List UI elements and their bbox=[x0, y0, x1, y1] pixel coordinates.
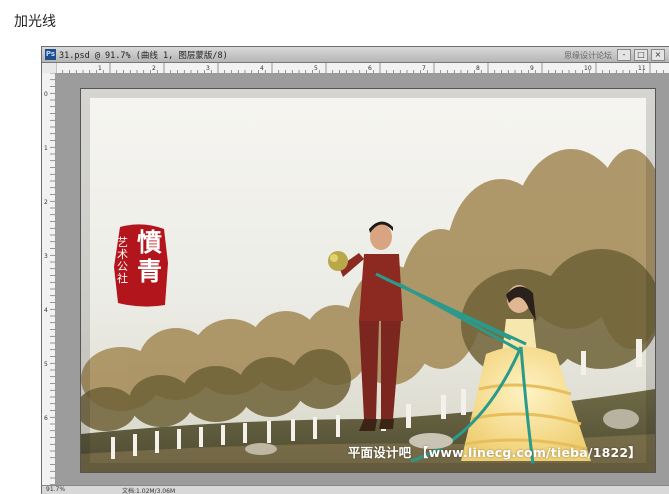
maximize-icon[interactable]: □ bbox=[634, 49, 648, 61]
ruler-top-label: 10 bbox=[584, 65, 592, 72]
ruler-left-label: 6 bbox=[44, 415, 48, 422]
ruler-top-label: 3 bbox=[206, 65, 210, 72]
document-title: 31.psd @ 91.7% (曲线 1, 图层蒙版/8) bbox=[59, 51, 228, 61]
seal-main-text: 憤青 bbox=[137, 228, 163, 286]
photo-canvas[interactable]: 憤青 艺术公社 平面设计吧 【www.linecg.com/tieba/1822… bbox=[81, 89, 655, 472]
document-titlebar[interactable]: Ps 31.psd @ 91.7% (曲线 1, 图层蒙版/8) 思缘设计论坛 … bbox=[42, 47, 669, 63]
seal-stamp: 憤青 艺术公社 bbox=[112, 223, 170, 309]
ruler-top-label: 4 bbox=[260, 65, 264, 72]
ruler-top-label: 7 bbox=[422, 65, 426, 72]
photo-caption-watermark: 平面设计吧 【www.linecg.com/tieba/1822】 bbox=[347, 445, 641, 460]
photoshop-document-window[interactable]: Ps 31.psd @ 91.7% (曲线 1, 图层蒙版/8) 思缘设计论坛 … bbox=[41, 46, 669, 494]
horizontal-ruler[interactable]: 1 2 3 4 5 6 7 8 9 10 11 bbox=[56, 63, 669, 74]
ruler-top-label: 11 bbox=[638, 65, 646, 72]
window-buttons: - □ × bbox=[617, 49, 665, 61]
close-icon[interactable]: × bbox=[651, 49, 665, 61]
zoom-level[interactable]: 91.7% bbox=[46, 486, 65, 493]
minimize-icon[interactable]: - bbox=[617, 49, 631, 61]
forum-watermark: 思缘设计论坛 bbox=[564, 51, 612, 60]
ruler-top-label: 6 bbox=[368, 65, 372, 72]
ruler-left-label: 0 bbox=[44, 91, 48, 98]
vertical-ruler[interactable]: 0 1 2 3 4 5 6 bbox=[42, 73, 56, 494]
ruler-left-label: 3 bbox=[44, 253, 48, 260]
ruler-left-label: 5 bbox=[44, 361, 48, 368]
ruler-top-label: 5 bbox=[314, 65, 318, 72]
seal-sub-text: 艺术公社 bbox=[117, 236, 128, 285]
ruler-left-label: 2 bbox=[44, 199, 48, 206]
ruler-left-label: 1 bbox=[44, 145, 48, 152]
ruler-top-label: 2 bbox=[152, 65, 156, 72]
ruler-left-label: 4 bbox=[44, 307, 48, 314]
ruler-top-label: 9 bbox=[530, 65, 534, 72]
page-heading: 加光线 bbox=[14, 14, 56, 30]
ruler-top-label: 8 bbox=[476, 65, 480, 72]
photoshop-icon: Ps bbox=[45, 49, 56, 60]
ruler-top-label: 1 bbox=[98, 65, 102, 72]
